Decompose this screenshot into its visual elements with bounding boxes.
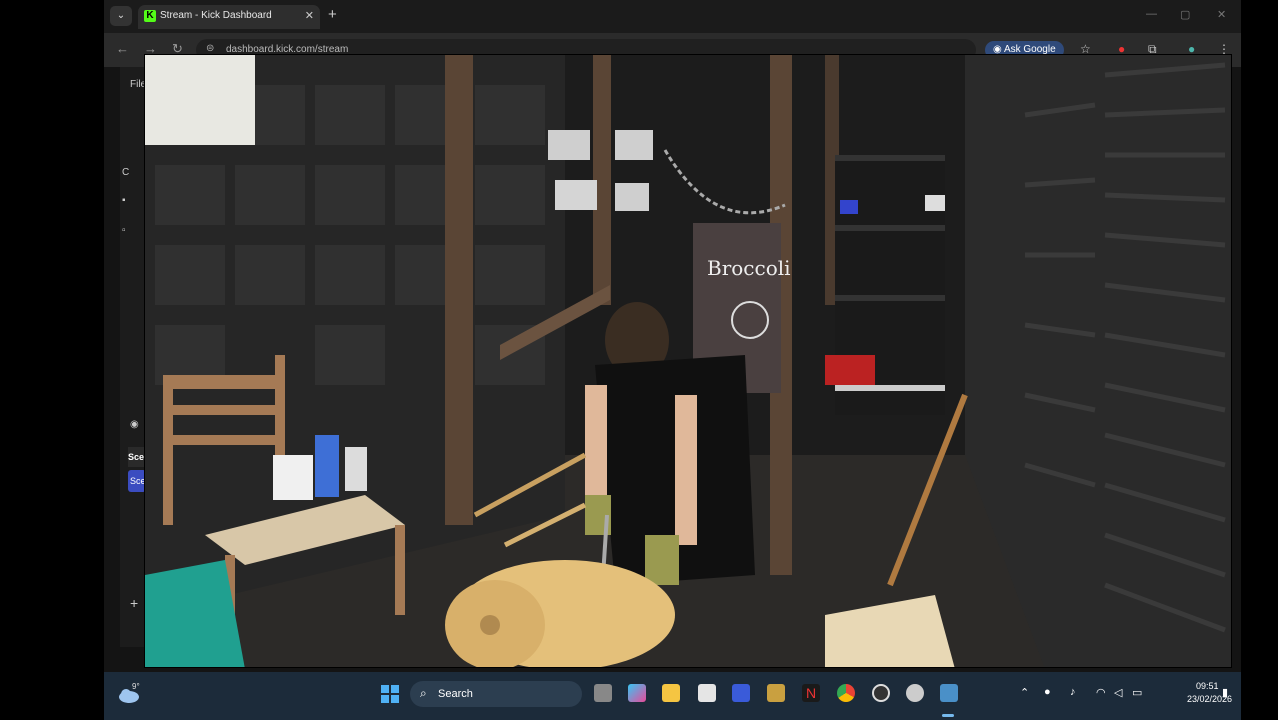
- site-info-icon[interactable]: ⊜: [206, 43, 214, 54]
- weather-temp: 9°: [132, 682, 140, 691]
- active-window-icon[interactable]: [940, 684, 958, 702]
- camera-icon[interactable]: ◉: [130, 419, 139, 430]
- sidebar-icon[interactable]: ▪: [122, 195, 126, 206]
- netflix-icon[interactable]: N: [802, 684, 820, 702]
- copilot-icon[interactable]: [628, 684, 646, 702]
- plus-icon[interactable]: +: [130, 595, 138, 611]
- chrome-icon[interactable]: [837, 684, 855, 702]
- active-app-indicator: [942, 714, 954, 717]
- sidebar-icon[interactable]: C: [122, 167, 129, 178]
- wifi-icon[interactable]: ◠: [1096, 686, 1106, 699]
- obs-icon[interactable]: [872, 684, 890, 702]
- kick-favicon-icon: K: [144, 10, 156, 22]
- webcam-video-player[interactable]: Broccoli: [144, 54, 1232, 668]
- file-explorer-icon[interactable]: [662, 684, 680, 702]
- browser-tab-strip: ⌄ K Stream - Kick Dashboard ✕ + — ▢ ✕: [104, 0, 1241, 33]
- webcam-frame-image: Broccoli: [145, 55, 1231, 667]
- desktop-screen: ⌄ K Stream - Kick Dashboard ✕ + — ▢ ✕ ← …: [104, 0, 1241, 720]
- maximize-icon[interactable]: ▢: [1180, 8, 1190, 21]
- sidebar-icon[interactable]: ▫: [122, 225, 126, 236]
- broccoli-sign-text: Broccoli: [707, 256, 791, 280]
- search-icon: ⌕: [420, 686, 427, 700]
- tab-title: Stream - Kick Dashboard: [160, 10, 272, 21]
- mail-icon[interactable]: [732, 684, 750, 702]
- plus-icon[interactable]: +: [328, 6, 337, 23]
- calendar-icon[interactable]: [698, 684, 716, 702]
- back-arrow-icon[interactable]: ←: [116, 41, 129, 56]
- app-icon[interactable]: [906, 684, 924, 702]
- taskbar-search-box[interactable]: ⌕ Search: [410, 681, 582, 707]
- tray-app-icon[interactable]: ●: [1044, 686, 1051, 698]
- chevron-down-icon[interactable]: ⌄: [110, 6, 132, 26]
- notification-bell-icon[interactable]: ▮: [1222, 686, 1228, 699]
- battery-icon[interactable]: ▭: [1132, 686, 1142, 699]
- game-icon[interactable]: [767, 684, 785, 702]
- minimize-icon[interactable]: —: [1146, 8, 1157, 20]
- close-icon[interactable]: ✕: [305, 9, 314, 22]
- windows-start-icon[interactable]: [380, 684, 400, 704]
- dashboard-sidebar: [120, 67, 146, 647]
- windows-taskbar: 9° ⌕ Search N ⌃ ● ♪ ◠ ◁ ▭ 09:51 23/02/20…: [104, 672, 1241, 720]
- task-view-icon[interactable]: [594, 684, 612, 702]
- window-close-icon[interactable]: ✕: [1217, 8, 1226, 21]
- clock-time[interactable]: 09:51: [1196, 681, 1219, 691]
- search-label: Search: [438, 688, 473, 700]
- chevron-up-icon[interactable]: ⌃: [1020, 686, 1029, 699]
- speaker-icon[interactable]: ◁: [1114, 686, 1122, 699]
- microphone-icon[interactable]: ♪: [1070, 686, 1076, 698]
- browser-tab-active[interactable]: K Stream - Kick Dashboard ✕: [138, 5, 320, 29]
